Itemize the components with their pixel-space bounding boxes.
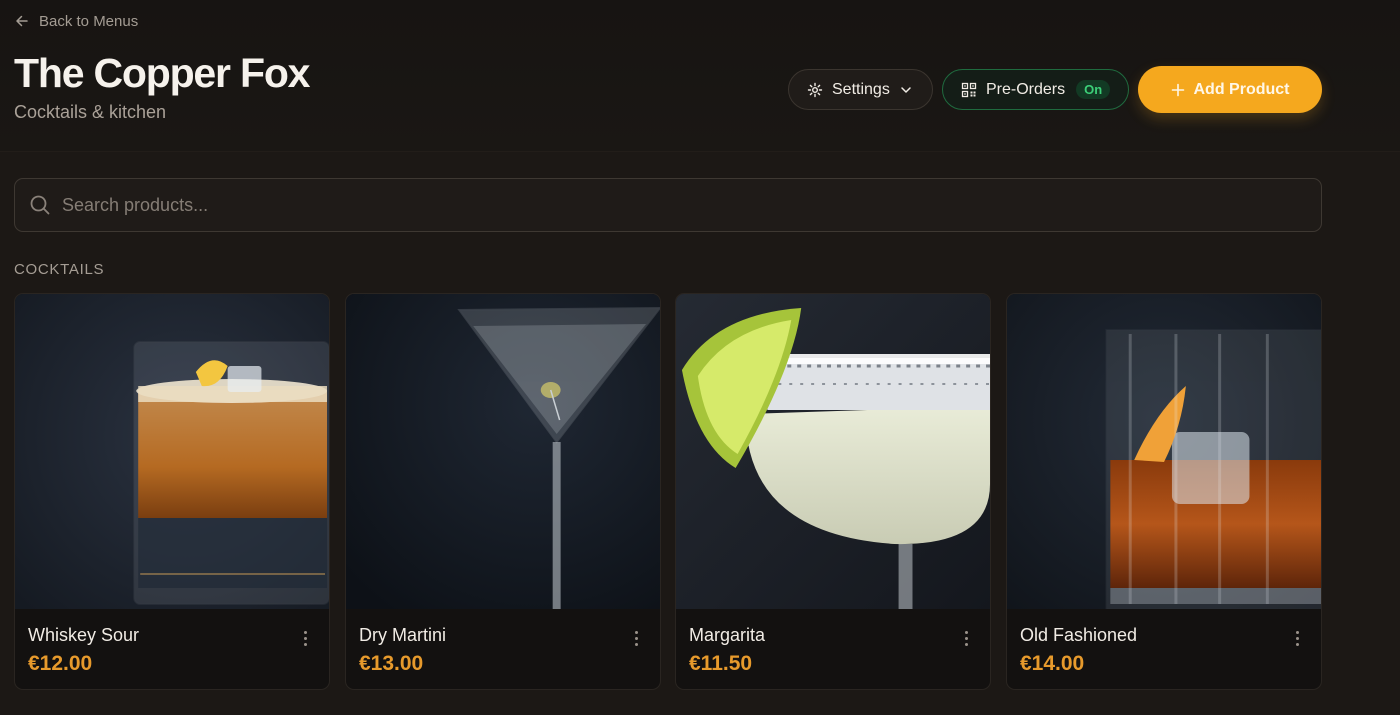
more-options-icon[interactable] [1289, 627, 1305, 649]
section-heading-cocktails: COCKTAILS [14, 261, 105, 278]
page-title: The Copper Fox [14, 50, 310, 96]
back-to-menus-link[interactable]: Back to Menus [14, 10, 138, 32]
back-link-label: Back to Menus [39, 12, 139, 30]
whiskey-sour-photo [15, 294, 329, 609]
margarita-photo [676, 294, 990, 609]
dry-martini-photo [346, 294, 660, 609]
product-card-footer: Old Fashioned €14.00 [1007, 609, 1321, 689]
more-options-icon[interactable] [958, 627, 974, 649]
gear-icon [807, 82, 823, 97]
product-name: Whiskey Sour [28, 625, 140, 645]
old-fashioned-photo [1007, 294, 1321, 609]
product-card[interactable]: Whiskey Sour €12.00 [14, 293, 330, 690]
settings-label: Settings [832, 80, 890, 98]
plus-icon [1171, 83, 1184, 96]
search-icon [30, 195, 50, 215]
product-card-footer: Dry Martini €13.00 [346, 609, 660, 689]
product-name: Old Fashioned [1020, 625, 1138, 645]
product-name: Dry Martini [359, 625, 447, 645]
product-price: €11.50 [689, 652, 753, 675]
arrow-left-icon [16, 15, 28, 27]
product-card[interactable]: Dry Martini €13.00 [345, 293, 661, 690]
add-product-button[interactable]: Add Product [1138, 66, 1322, 113]
pre-orders-status-badge: On [1076, 80, 1111, 99]
pre-orders-toggle-button[interactable]: Pre-Orders On [942, 69, 1129, 110]
product-price: €13.00 [359, 652, 424, 675]
settings-dropdown-button[interactable]: Settings [788, 69, 933, 110]
product-price: €14.00 [1020, 652, 1085, 675]
more-options-icon[interactable] [628, 627, 644, 649]
product-card[interactable]: Margarita €11.50 [675, 293, 991, 690]
pre-orders-label: Pre-Orders [986, 80, 1066, 98]
product-price: €12.00 [28, 652, 93, 675]
product-name: Margarita [689, 625, 766, 645]
search-input[interactable] [62, 194, 1262, 216]
chevron-down-icon [901, 86, 911, 93]
more-options-icon[interactable] [297, 627, 313, 649]
product-card[interactable]: Old Fashioned €14.00 [1006, 293, 1322, 690]
page-header: Back to Menus The Copper Fox Cocktails &… [0, 0, 1400, 152]
product-card-footer: Whiskey Sour €12.00 [15, 609, 329, 689]
search-bar[interactable] [14, 178, 1322, 232]
add-product-label: Add Product [1193, 80, 1290, 98]
qr-code-icon [961, 82, 977, 97]
page-subtitle: Cocktails & kitchen [14, 102, 167, 122]
product-card-footer: Margarita €11.50 [676, 609, 990, 689]
